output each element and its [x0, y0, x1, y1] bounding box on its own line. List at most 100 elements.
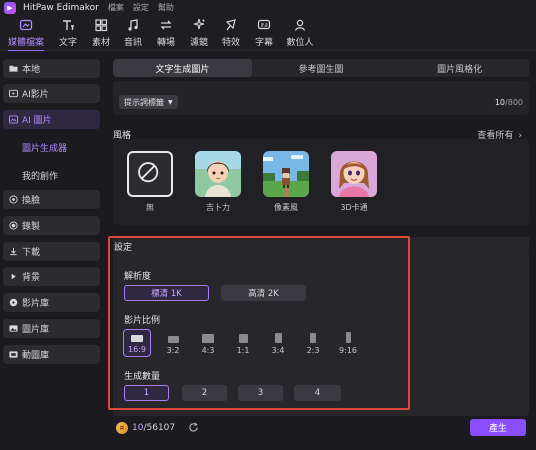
toolbar-label: 字幕 [254, 38, 273, 48]
pixel-thumbnail-image [263, 151, 309, 197]
toolbar-label: 轉場 [156, 38, 175, 48]
app-window: ▶ HitPaw Edimakor 檔案 設定 幫助 媒體檔案 文字 素材 音訊… [0, 0, 536, 450]
toolbar-material[interactable]: 素材 [89, 18, 113, 50]
ai-image-icon [9, 115, 18, 124]
text-icon [63, 20, 74, 30]
toolbar-subtitle[interactable]: 字幕 [252, 18, 276, 50]
background-icon [11, 273, 16, 280]
style-thumb-pixel [263, 151, 309, 197]
sidebar-item-ai-image[interactable]: AI 圖片 [3, 110, 100, 129]
style-label: 吉卜力 [206, 203, 230, 212]
cartoon-thumbnail-image [331, 151, 377, 197]
sidebar-item-label: 圖片庫 [22, 325, 50, 335]
menu-settings[interactable]: 設定 [133, 2, 149, 13]
app-logo-icon: ▶ [4, 1, 16, 14]
style-thumb-3d-cartoon [331, 151, 377, 197]
tab-image-stylize[interactable]: 圖片風格化 [390, 59, 529, 77]
prompt-tag-label: 提示詞標籤 [124, 97, 164, 107]
sidebar-item-label: 影片庫 [22, 299, 50, 309]
sidebar-sub-my-creations[interactable]: 我的創作 [22, 169, 58, 182]
avatar-icon [294, 19, 306, 31]
sidebar-item-ai-video[interactable]: AI影片 [3, 84, 100, 103]
highlight-box [108, 236, 410, 410]
generate-button[interactable]: 產生 [470, 419, 526, 436]
caret-down-icon: ▼ [168, 98, 173, 106]
toolbar-label: 音訊 [123, 38, 142, 48]
sidebar-item-label: 背景 [22, 273, 41, 283]
sidebar-item-record[interactable]: 錄製 [3, 216, 100, 235]
toolbar-transition[interactable]: 轉場 [154, 18, 178, 50]
filter-icon [193, 18, 205, 30]
credits-used: 10 [132, 423, 144, 433]
toolbar-label: 濾鏡 [189, 38, 208, 48]
style-thumb-ghibli [195, 151, 241, 197]
tab-text-to-image[interactable]: 文字生成圖片 [113, 59, 252, 77]
ai-video-icon [9, 89, 18, 98]
refresh-icon[interactable] [188, 422, 199, 433]
toolbar-label: 媒體檔案 [7, 38, 44, 48]
sidebar-item-label: 換臉 [22, 196, 41, 206]
sidebar-item-label: AI 圖片 [22, 116, 52, 126]
toolbar-label: 數位人 [286, 38, 314, 48]
toolbar-audio[interactable]: 音訊 [121, 18, 145, 50]
toolbar-digital-human[interactable]: 數位人 [284, 18, 316, 50]
face-swap-icon [9, 195, 18, 204]
style-item-pixel[interactable]: 像素風 [263, 151, 309, 213]
sidebar-item-label: 本地 [22, 65, 41, 75]
char-count-max: /800 [505, 98, 523, 107]
sidebar-item-label: 下載 [22, 248, 41, 258]
transition-icon [160, 20, 172, 30]
main-panel: 文字生成圖片 參考圖生圖 圖片風格化 提示詞標籤 ▼ 10/800 風格 查看所… [104, 51, 536, 450]
style-item-none[interactable]: 無 [127, 151, 173, 213]
prompt-input[interactable]: 提示詞標籤 ▼ 10/800 [113, 81, 529, 115]
sidebar-sub-image-generator[interactable]: 圖片生成器 [22, 141, 67, 154]
record-icon [9, 221, 18, 230]
char-count-used: 10 [494, 98, 506, 107]
download-icon [10, 247, 17, 256]
menu-help[interactable]: 幫助 [158, 2, 174, 13]
sidebar-item-label: AI影片 [22, 90, 49, 100]
style-label: 無 [146, 203, 154, 212]
credits-display: 10/56107 [132, 423, 175, 433]
sidebar-item-label: 動圖庫 [22, 351, 50, 361]
toolbar-label: 特效 [221, 38, 240, 48]
title-bar: ▶ HitPaw Edimakor 檔案 設定 幫助 [0, 0, 536, 15]
sidebar-item-face-swap[interactable]: 換臉 [3, 190, 100, 209]
none-icon [138, 162, 159, 183]
sidebar-item-background[interactable]: 背景 [3, 267, 100, 286]
main-toolbar: 媒體檔案 文字 素材 音訊 轉場 濾鏡 特效 字幕 數位人 [0, 15, 536, 52]
toolbar-filter[interactable]: 濾鏡 [187, 18, 211, 50]
coin-icon: ¤ [116, 422, 128, 434]
sidebar: 本地 AI影片 AI 圖片 圖片生成器 我的創作 換臉 錄製 下載 背景 影片庫… [0, 51, 104, 450]
sidebar-item-video-library[interactable]: 影片庫 [3, 293, 100, 312]
toolbar-label: 文字 [58, 38, 77, 48]
media-icon [19, 19, 33, 31]
toolbar-label: 素材 [91, 38, 110, 48]
char-counter: 10/800 [495, 98, 523, 107]
sidebar-item-gif-library[interactable]: 動圖庫 [3, 345, 100, 364]
ghibli-thumbnail-image [195, 151, 241, 197]
toolbar-effects[interactable]: 特效 [219, 18, 243, 50]
sidebar-item-local[interactable]: 本地 [3, 59, 100, 78]
subtitle-icon [257, 19, 271, 30]
style-thumb-none [127, 151, 173, 197]
audio-icon [128, 19, 138, 31]
prompt-tag-button[interactable]: 提示詞標籤 ▼ [119, 95, 178, 109]
video-library-icon [9, 298, 18, 307]
credits-total: /56107 [143, 423, 176, 433]
style-label: 像素風 [274, 203, 298, 212]
style-item-3d-cartoon[interactable]: 3D卡通 [331, 151, 377, 213]
mode-tabs: 文字生成圖片 參考圖生圖 圖片風格化 [113, 59, 529, 77]
bottom-bar: ¤ 10/56107 產生 [113, 419, 529, 441]
sidebar-item-download[interactable]: 下載 [3, 242, 100, 261]
folder-icon [9, 65, 18, 72]
toolbar-text[interactable]: 文字 [56, 18, 80, 50]
tab-image-to-image[interactable]: 參考圖生圖 [252, 59, 391, 77]
menu-file[interactable]: 檔案 [108, 2, 124, 13]
app-title: HitPaw Edimakor [23, 2, 99, 13]
toolbar-media[interactable]: 媒體檔案 [6, 18, 46, 52]
effects-icon [225, 19, 236, 31]
style-item-ghibli[interactable]: 吉卜力 [195, 151, 241, 213]
sidebar-item-image-library[interactable]: 圖片庫 [3, 319, 100, 338]
image-library-icon [9, 325, 18, 332]
